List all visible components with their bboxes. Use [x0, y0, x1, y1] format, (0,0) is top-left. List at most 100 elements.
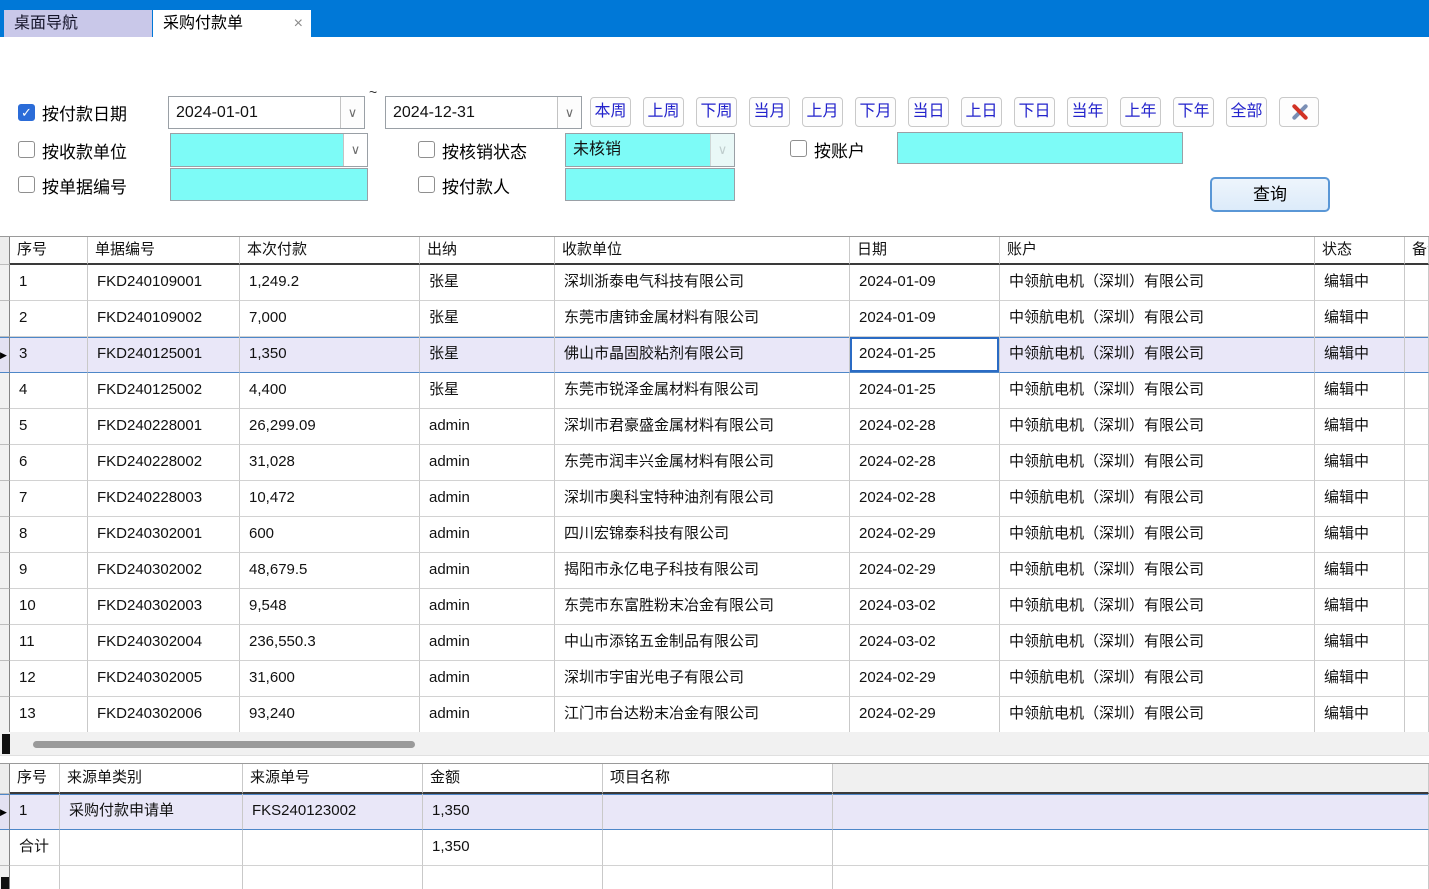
cell[interactable]: 9 [10, 553, 88, 589]
account-input[interactable] [897, 132, 1183, 164]
cell[interactable]: 5 [10, 409, 88, 445]
cell[interactable]: 2024-01-09 [850, 265, 1000, 301]
cell[interactable]: 10,472 [240, 481, 420, 517]
cell[interactable]: FKD240125001 [88, 337, 240, 373]
table-row[interactable]: ▶3FKD2401250011,350张星佛山市晶固胶粘剂有限公司2024-01… [0, 337, 1429, 373]
cell[interactable]: FKD240109002 [88, 301, 240, 337]
tab-desktop-nav[interactable]: 桌面导航 [4, 10, 152, 37]
cell[interactable]: FKD240302002 [88, 553, 240, 589]
cell[interactable] [10, 866, 60, 889]
cell[interactable]: FKD240302004 [88, 625, 240, 661]
cell[interactable]: 2 [10, 301, 88, 337]
cell[interactable]: 编辑中 [1315, 373, 1405, 409]
row-header[interactable] [0, 265, 10, 301]
cell[interactable]: 深圳市奥科宝特种油剂有限公司 [555, 481, 850, 517]
cell[interactable]: 深圳市宇宙光电子有限公司 [555, 661, 850, 697]
cell[interactable]: 编辑中 [1315, 553, 1405, 589]
quick-range-button[interactable]: 上日 [961, 97, 1002, 127]
cell[interactable]: admin [420, 625, 555, 661]
row-header[interactable] [0, 589, 10, 625]
table-row[interactable]: 10FKD2403020039,548admin东莞市东富胜粉末冶金有限公司20… [0, 589, 1429, 625]
table-row[interactable]: 6FKD24022800231,028admin东莞市润丰兴金属材料有限公司20… [0, 445, 1429, 481]
cell[interactable]: 1 [10, 265, 88, 301]
column-header[interactable]: 单据编号 [88, 237, 240, 265]
cell[interactable]: 中领航电机（深圳）有限公司 [1000, 697, 1315, 733]
cell[interactable] [1405, 517, 1429, 553]
cell[interactable] [603, 866, 833, 889]
quick-range-button[interactable]: 上年 [1120, 97, 1161, 127]
cell[interactable]: 11 [10, 625, 88, 661]
row-header[interactable] [0, 517, 10, 553]
column-header[interactable]: 来源单类别 [60, 764, 243, 794]
column-header[interactable]: 收款单位 [555, 237, 850, 265]
cell[interactable]: 31,600 [240, 661, 420, 697]
column-header[interactable]: 本次付款 [240, 237, 420, 265]
column-header[interactable]: 日期 [850, 237, 1000, 265]
cell[interactable]: 2024-01-25 [850, 337, 1000, 373]
cell[interactable]: 12 [10, 661, 88, 697]
cell[interactable]: 2024-02-28 [850, 481, 1000, 517]
cell[interactable]: 编辑中 [1315, 589, 1405, 625]
cell[interactable] [1405, 553, 1429, 589]
cell[interactable]: 中领航电机（深圳）有限公司 [1000, 301, 1315, 337]
cell[interactable]: admin [420, 409, 555, 445]
cell[interactable]: 48,679.5 [240, 553, 420, 589]
cell[interactable]: 佛山市晶固胶粘剂有限公司 [555, 337, 850, 373]
cell[interactable]: 2024-02-29 [850, 661, 1000, 697]
scrollbar-thumb[interactable] [33, 741, 415, 748]
cell[interactable]: 江门市台达粉末冶金有限公司 [555, 697, 850, 733]
cell[interactable]: admin [420, 517, 555, 553]
cell[interactable]: FKD240109001 [88, 265, 240, 301]
quick-range-button[interactable]: 当年 [1067, 97, 1108, 127]
cell[interactable]: 中领航电机（深圳）有限公司 [1000, 517, 1315, 553]
cell[interactable]: admin [420, 445, 555, 481]
chevron-down-icon[interactable]: ∨ [343, 134, 367, 166]
cell[interactable]: 中领航电机（深圳）有限公司 [1000, 625, 1315, 661]
table-row[interactable]: ▶1采购付款申请单FKS2401230021,350 [0, 794, 1429, 830]
cell[interactable]: 编辑中 [1315, 481, 1405, 517]
quick-range-button[interactable]: 下月 [855, 97, 896, 127]
column-header[interactable]: 序号 [10, 237, 88, 265]
cell[interactable]: FKD240302003 [88, 589, 240, 625]
column-header[interactable]: 项目名称 [603, 764, 833, 794]
table-row[interactable]: 5FKD24022800126,299.09admin深圳市君豪盛金属材料有限公… [0, 409, 1429, 445]
account-checkbox[interactable] [790, 140, 807, 157]
cell[interactable]: 2024-02-29 [850, 517, 1000, 553]
cell[interactable]: 中领航电机（深圳）有限公司 [1000, 409, 1315, 445]
doc-no-input[interactable] [170, 168, 368, 201]
cell[interactable]: 深圳市君豪盛金属材料有限公司 [555, 409, 850, 445]
cell[interactable]: 编辑中 [1315, 697, 1405, 733]
empty-row[interactable] [0, 866, 1429, 889]
cell[interactable]: 8 [10, 517, 88, 553]
cell[interactable] [1405, 445, 1429, 481]
table-row[interactable]: 8FKD240302001600admin四川宏锦泰科技有限公司2024-02-… [0, 517, 1429, 553]
cell[interactable]: 编辑中 [1315, 409, 1405, 445]
cell[interactable]: 编辑中 [1315, 337, 1405, 373]
cell[interactable]: 东莞市唐铈金属材料有限公司 [555, 301, 850, 337]
cell[interactable]: admin [420, 481, 555, 517]
cell[interactable]: 10 [10, 589, 88, 625]
row-header[interactable] [0, 625, 10, 661]
doc-no-checkbox[interactable] [18, 176, 35, 193]
cell[interactable]: 2024-02-29 [850, 553, 1000, 589]
cell[interactable]: 7,000 [240, 301, 420, 337]
row-header[interactable] [0, 301, 10, 337]
quick-range-button[interactable]: 下周 [696, 97, 737, 127]
query-button[interactable]: 查询 [1210, 177, 1330, 212]
cell[interactable]: 编辑中 [1315, 625, 1405, 661]
cell[interactable]: 236,550.3 [240, 625, 420, 661]
column-header[interactable]: 金额 [423, 764, 603, 794]
cell[interactable]: 3 [10, 337, 88, 373]
cell[interactable]: FKD240302005 [88, 661, 240, 697]
cell[interactable]: 中山市添铭五金制品有限公司 [555, 625, 850, 661]
cell[interactable]: FKS240123002 [243, 794, 423, 830]
cell[interactable]: 2024-02-28 [850, 409, 1000, 445]
chevron-down-icon[interactable]: ∨ [340, 97, 364, 128]
cell[interactable] [1405, 625, 1429, 661]
row-header[interactable] [0, 481, 10, 517]
cell[interactable]: FKD240228003 [88, 481, 240, 517]
quick-range-button[interactable]: 本周 [590, 97, 631, 127]
cell[interactable]: 2024-01-09 [850, 301, 1000, 337]
cell[interactable]: 中领航电机（深圳）有限公司 [1000, 445, 1315, 481]
cell[interactable]: 张星 [420, 265, 555, 301]
